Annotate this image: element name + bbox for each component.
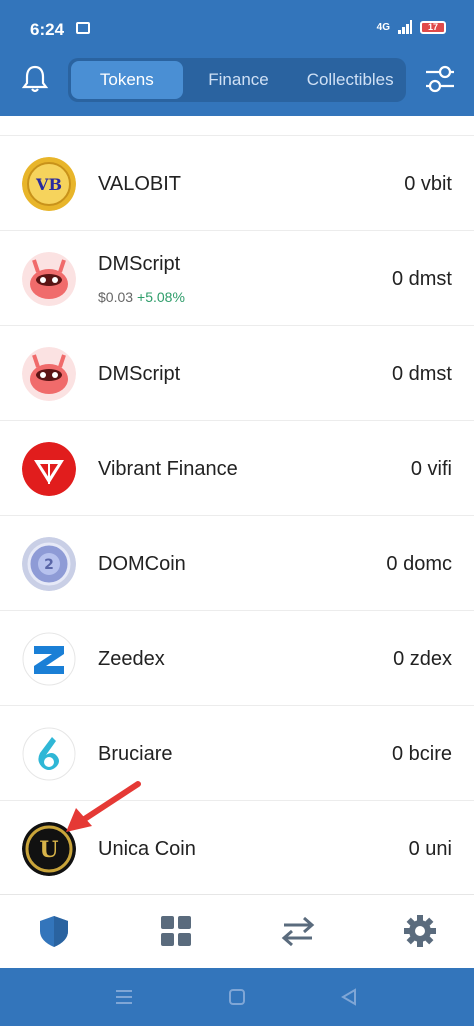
zeedex-logo bbox=[22, 632, 76, 686]
svg-text:2: 2 bbox=[44, 557, 54, 573]
token-row-dmscript-2[interactable]: DMScript 0 dmst bbox=[0, 326, 474, 421]
token-balance: 0 dmst bbox=[391, 363, 452, 385]
swap-icon[interactable] bbox=[280, 913, 316, 949]
status-indicators: 4G 17 bbox=[377, 20, 446, 34]
token-balance: 0 domc bbox=[386, 553, 452, 575]
token-list: VB VALOBIT 0 vbit DMScript $0.03 +5.08% 0… bbox=[0, 116, 474, 896]
home-icon[interactable] bbox=[228, 988, 246, 1006]
token-row-zeedex[interactable]: Zeedex 0 zdex bbox=[0, 611, 474, 706]
token-name: Unica Coin bbox=[98, 838, 196, 860]
system-navigation-bar bbox=[0, 968, 474, 1026]
token-balance: 0 vbit bbox=[404, 173, 452, 195]
mail-icon bbox=[76, 22, 90, 34]
shield-icon[interactable] bbox=[36, 913, 72, 949]
token-balance: 0 bcire bbox=[391, 743, 452, 765]
token-balance: 0 dmst bbox=[391, 268, 452, 290]
grid-icon[interactable] bbox=[158, 913, 194, 949]
token-name: Bruciare bbox=[98, 743, 173, 765]
status-bar: 6:24 4G 17 bbox=[0, 0, 474, 56]
token-balance: 0 vifi bbox=[410, 458, 452, 480]
bottom-navigation bbox=[0, 894, 474, 968]
token-balance: 0 uni bbox=[408, 838, 452, 860]
bruciare-logo bbox=[22, 727, 76, 781]
token-balance: 0 zdex bbox=[393, 648, 452, 670]
token-row-vibrant-finance[interactable]: Vibrant Finance 0 vifi bbox=[0, 421, 474, 516]
svg-text:U: U bbox=[39, 837, 58, 863]
annotation-arrow-icon bbox=[66, 781, 141, 832]
tab-tokens[interactable]: Tokens bbox=[71, 61, 183, 99]
token-row-domcoin[interactable]: 2 DOMCoin 0 domc bbox=[0, 516, 474, 611]
token-name: DMScript bbox=[98, 363, 181, 385]
valobit-logo: VB bbox=[22, 157, 76, 211]
token-price-line: $0.03 +5.08% bbox=[98, 289, 185, 305]
svg-text:VB: VB bbox=[35, 175, 62, 194]
network-label: 4G bbox=[376, 21, 390, 33]
token-row-dmscript[interactable]: DMScript $0.03 +5.08% 0 dmst bbox=[0, 231, 474, 326]
token-name: DMScript bbox=[98, 253, 181, 275]
token-name: VALOBIT bbox=[98, 173, 181, 195]
token-name: DOMCoin bbox=[98, 553, 186, 575]
settings-gear-icon[interactable] bbox=[402, 913, 438, 949]
tab-bar: Tokens Finance Collectibles bbox=[68, 58, 406, 102]
dmscript-logo bbox=[22, 347, 76, 401]
filter-sliders-icon[interactable] bbox=[424, 62, 456, 96]
tab-finance[interactable]: Finance bbox=[183, 61, 295, 99]
bell-icon[interactable] bbox=[20, 64, 50, 94]
battery-icon: 17 bbox=[420, 20, 446, 34]
app-header: 6:24 4G 17 Tokens Finance Collectibles bbox=[0, 0, 474, 116]
list-divider bbox=[0, 116, 474, 136]
vibrant-finance-logo bbox=[22, 442, 76, 496]
tab-collectibles[interactable]: Collectibles bbox=[294, 61, 406, 99]
domcoin-logo: 2 bbox=[22, 537, 76, 591]
token-price: $0.03 bbox=[98, 289, 134, 305]
dmscript-logo bbox=[22, 252, 76, 306]
token-name: Zeedex bbox=[98, 648, 165, 670]
token-price-change: +5.08% bbox=[137, 289, 185, 305]
back-icon[interactable] bbox=[340, 988, 358, 1006]
signal-icon bbox=[398, 20, 412, 34]
token-name: Vibrant Finance bbox=[98, 458, 238, 480]
token-row-valobit[interactable]: VB VALOBIT 0 vbit bbox=[0, 136, 474, 231]
menu-icon[interactable] bbox=[114, 988, 134, 1006]
status-time: 6:24 bbox=[30, 20, 65, 39]
